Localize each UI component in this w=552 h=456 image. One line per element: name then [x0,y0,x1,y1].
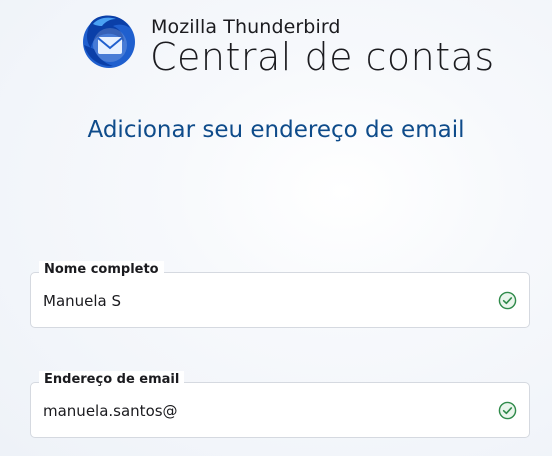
page-title: Central de contas [150,35,495,79]
check-circle-icon [498,291,517,310]
email-address-input[interactable] [43,399,483,423]
account-hub-header: Mozilla Thunderbird Central de contas [80,12,500,82]
form-heading: Adicionar seu endereço de email [87,117,465,143]
check-circle-icon [498,401,517,420]
email-address-field: Endereço de email [30,371,530,438]
thunderbird-logo [83,15,135,68]
email-address-label: Endereço de email [39,371,185,389]
full-name-label: Nome completo [39,261,164,279]
full-name-field: Nome completo [30,261,530,328]
full-name-input[interactable] [43,289,483,313]
